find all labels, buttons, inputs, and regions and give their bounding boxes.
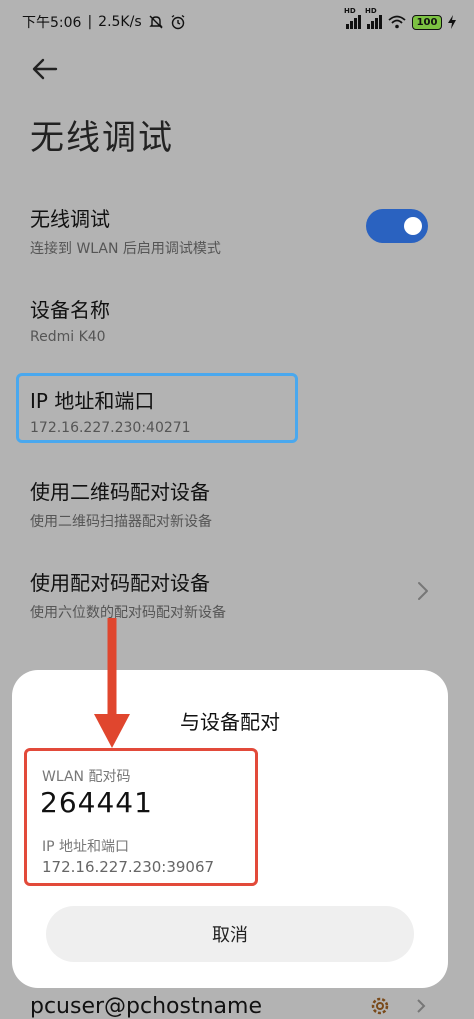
status-network-speed: 2.5K/s	[98, 14, 142, 30]
signal-icon-2: HD	[365, 7, 382, 29]
mute-icon	[148, 15, 163, 29]
qr-pair-subtitle: 使用二维码扫描器配对新设备	[30, 514, 212, 530]
code-pair-row[interactable]: 使用配对码配对设备 使用六位数的配对码配对新设备	[30, 567, 226, 622]
wireless-debug-title: 无线调试	[30, 207, 110, 231]
dialog-title: 与设备配对	[180, 710, 280, 734]
device-name-value: Redmi K40	[30, 329, 106, 345]
battery-icon: 100	[412, 14, 442, 30]
paired-device-name[interactable]: pcuser@pchostname	[30, 994, 262, 1019]
code-pair-title: 使用配对码配对设备	[30, 571, 210, 595]
cancel-button[interactable]: 取消	[46, 906, 414, 962]
charging-icon	[448, 15, 456, 29]
pair-code-value: 264441	[40, 786, 153, 819]
wireless-debug-row[interactable]: 无线调试 连接到 WLAN 后启用调试模式	[30, 203, 221, 258]
ip-port-row: IP 地址和端口 172.16.227.230:40271	[30, 385, 191, 436]
status-bar: 下午5:06 | 2.5K/s HD HD 100	[0, 0, 474, 44]
back-arrow-icon[interactable]	[30, 54, 60, 84]
status-time: 下午5:06	[22, 15, 82, 31]
pair-ip-value: 172.16.227.230:39067	[42, 858, 215, 876]
chevron-right-icon-2[interactable]	[414, 998, 428, 1014]
gear-icon[interactable]	[368, 994, 392, 1018]
ip-port-title: IP 地址和端口	[30, 389, 155, 413]
device-name-title: 设备名称	[30, 298, 110, 322]
chevron-right-icon[interactable]	[414, 580, 432, 602]
pair-dialog: 与设备配对 WLAN 配对码 264441 IP 地址和端口 172.16.22…	[12, 670, 448, 988]
alarm-icon	[171, 14, 185, 30]
pair-ip-label: IP 地址和端口	[42, 839, 130, 855]
code-pair-subtitle: 使用六位数的配对码配对新设备	[30, 605, 226, 621]
pair-code-label: WLAN 配对码	[42, 769, 131, 785]
status-divider: |	[87, 14, 93, 30]
status-right: HD HD 100	[344, 7, 456, 30]
signal-icon: HD	[344, 7, 361, 29]
wifi-icon	[388, 15, 406, 29]
wireless-debug-toggle[interactable]	[366, 209, 428, 243]
toggle-knob	[404, 217, 422, 235]
status-left: 下午5:06 | 2.5K/s	[22, 12, 186, 32]
hd-label-2: HD	[365, 7, 377, 15]
qr-pair-title: 使用二维码配对设备	[30, 480, 210, 504]
qr-pair-row[interactable]: 使用二维码配对设备 使用二维码扫描器配对新设备	[30, 476, 212, 531]
device-name-row[interactable]: 设备名称 Redmi K40	[30, 294, 110, 345]
wireless-debug-subtitle: 连接到 WLAN 后启用调试模式	[30, 241, 221, 257]
page-title: 无线调试	[30, 118, 174, 158]
ip-port-value: 172.16.227.230:40271	[30, 420, 191, 436]
hd-label-1: HD	[344, 7, 356, 15]
